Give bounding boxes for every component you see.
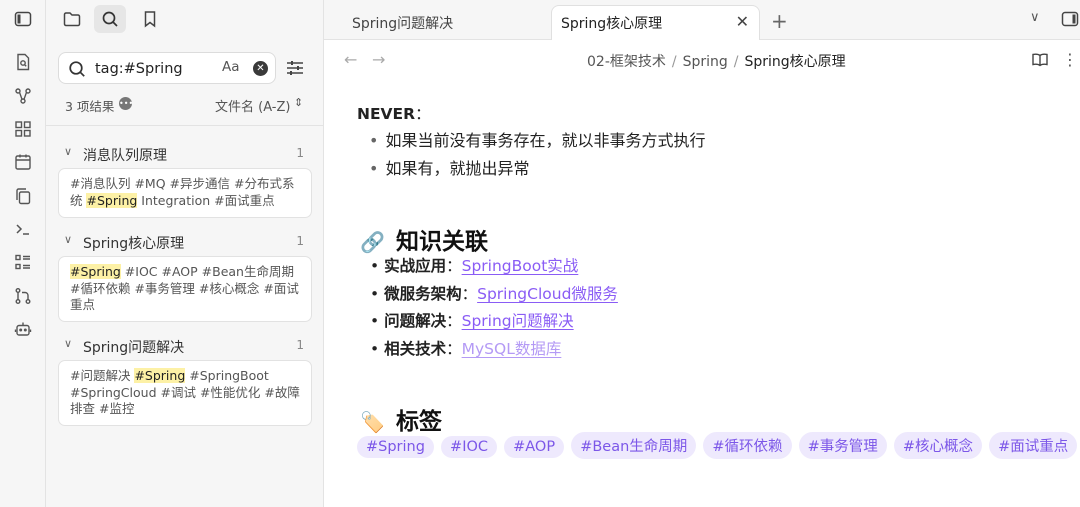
daily-notes-calendar-icon[interactable] (13, 152, 33, 172)
search-settings-sliders-icon[interactable] (284, 57, 306, 79)
link-icon: 🔗 (360, 230, 385, 254)
result-snippet[interactable]: #消息队列 #MQ #异步通信 #分布式系统 #Spring Integrati… (58, 168, 312, 218)
file-explorer-tab[interactable] (56, 5, 88, 33)
tag-pill[interactable]: #Spring (357, 436, 434, 458)
left-ribbon (0, 0, 46, 507)
breadcrumb-subfolder[interactable]: Spring (683, 54, 728, 70)
toggle-right-sidebar-icon[interactable] (1060, 9, 1080, 29)
templates-copy-icon[interactable] (13, 186, 33, 206)
breadcrumb-separator: / (733, 54, 739, 70)
close-tab-icon[interactable]: ✕ (736, 12, 749, 31)
ai-assistant-bot-icon[interactable] (13, 319, 33, 339)
snippet-highlight: #Spring (70, 264, 121, 279)
tag-pill[interactable]: #面试重点 (989, 432, 1078, 459)
navigate-forward-icon[interactable]: → (372, 50, 385, 69)
command-palette-icon[interactable] (13, 219, 33, 239)
graph-view-icon[interactable] (13, 86, 33, 106)
search-input[interactable] (95, 58, 215, 80)
list-item: • 实战应用：SpringBoot实战 (370, 257, 579, 275)
internal-link[interactable]: SpringCloud微服务 (477, 285, 618, 303)
result-group-header[interactable]: ∨ Spring问题解决 1 (46, 335, 324, 359)
breadcrumb-folder[interactable]: 02-框架技术 (587, 54, 666, 70)
result-group-header[interactable]: ∨ 消息队列原理 1 (46, 143, 324, 167)
tag-pill[interactable]: #循环依赖 (703, 432, 792, 459)
tab-spring-problem-solving[interactable]: Spring问题解决 (334, 5, 549, 40)
folder-icon (63, 12, 81, 27)
list-item: • 微服务架构：SpringCloud微服务 (370, 285, 618, 303)
heading-knowledge: 🔗 知识关联 (360, 229, 488, 255)
tag-pill[interactable]: #IOC (441, 436, 498, 458)
reading-view-book-icon[interactable] (1030, 50, 1050, 70)
search-icon (102, 11, 118, 27)
tab-label[interactable]: Spring问题解决 (352, 16, 453, 32)
obsidian-window: Aa ✕ 3 项结果 ••• 文件名 (A-Z) ⇕ ∨ 消息队列原理 1 #消… (0, 0, 1080, 507)
list-item: • 如果有，就抛出异常 (369, 159, 530, 178)
clear-search-icon[interactable]: ✕ (253, 61, 268, 76)
search-box: Aa ✕ (58, 52, 276, 84)
toggle-sidebar-icon[interactable] (13, 9, 33, 29)
tag-pill[interactable]: #Bean生命周期 (571, 432, 697, 459)
result-file-title[interactable]: Spring问题解决 (83, 337, 184, 357)
match-case-toggle[interactable]: Aa (222, 59, 240, 75)
list-item: • 如果当前没有事务存在，就以非事务方式执行 (369, 131, 706, 150)
chevron-down-icon[interactable]: ∨ (64, 337, 72, 350)
new-tab-plus-icon[interactable]: + (771, 9, 788, 33)
search-icon (69, 61, 85, 77)
chevron-down-icon[interactable]: ∨ (64, 145, 72, 158)
heading-tags: 🏷️ 标签 (360, 409, 442, 435)
result-snippet[interactable]: #问题解决 #Spring #SpringBoot #SpringCloud #… (58, 360, 312, 426)
git-source-control-icon[interactable] (13, 286, 33, 306)
tab-label[interactable]: Spring核心原理 (561, 16, 662, 32)
chevron-down-icon[interactable]: ∨ (64, 233, 72, 246)
snippet-highlight: #Spring (134, 368, 186, 383)
never-label: NEVER： (357, 105, 431, 123)
snippet-highlight: #Spring (86, 192, 138, 208)
tag-list: #Spring #IOC #AOP #Bean生命周期 #循环依赖 #事务管理 … (357, 432, 1078, 459)
list-item: • 问题解决：Spring问题解决 (370, 312, 574, 330)
breadcrumb: 02-框架技术 / Spring / Spring核心原理 (587, 51, 846, 71)
search-sidebar: Aa ✕ 3 项结果 ••• 文件名 (A-Z) ⇕ ∨ 消息队列原理 1 #消… (46, 0, 324, 507)
internal-link[interactable]: SpringBoot实战 (462, 257, 579, 275)
result-file-title[interactable]: 消息队列原理 (83, 145, 167, 165)
open-quick-switcher-icon[interactable] (13, 52, 33, 72)
sidebar-toolbar (46, 0, 324, 38)
result-snippet[interactable]: #Spring #IOC #AOP #Bean生命周期 #循环依赖 #事务管理 … (58, 256, 312, 322)
unresolved-link[interactable]: MySQL数据库 (462, 340, 562, 358)
internal-link[interactable]: Spring问题解决 (462, 312, 574, 330)
tab-bar: Spring问题解决 Spring核心原理 ✕ + ∨ (324, 0, 1080, 40)
tab-spring-core-principles[interactable]: Spring核心原理 ✕ (551, 5, 760, 40)
canvas-icon[interactable] (13, 119, 33, 139)
breadcrumb-current-note[interactable]: Spring核心原理 (745, 54, 846, 70)
match-count: 1 (296, 338, 304, 352)
search-tab[interactable] (94, 5, 126, 33)
match-count: 1 (296, 234, 304, 248)
sort-order-select[interactable]: 文件名 (A-Z) (215, 96, 290, 115)
result-count: 3 项结果 (65, 99, 115, 114)
bookmarks-tab[interactable] (134, 5, 166, 33)
divider (46, 125, 324, 126)
chevron-up-down-icon[interactable]: ⇕ (294, 96, 303, 109)
more-options-icon[interactable]: ••• (119, 97, 133, 110)
outline-list-icon[interactable] (13, 252, 33, 272)
snippet-text: #问题解决 (70, 368, 135, 383)
tag-pill[interactable]: #事务管理 (798, 432, 887, 459)
more-options-vertical-icon[interactable]: ⋮ (1062, 50, 1078, 69)
tag-pill[interactable]: #核心概念 (893, 432, 983, 459)
tab-list-chevron-down-icon[interactable]: ∨ (1030, 10, 1040, 25)
list-item: • 相关技术：MySQL数据库 (370, 340, 562, 358)
editor-pane: Spring问题解决 Spring核心原理 ✕ + ∨ ← → 02-框架技术 /… (324, 0, 1080, 507)
navigate-back-icon[interactable]: ← (344, 50, 357, 69)
result-group-header[interactable]: ∨ Spring核心原理 1 (46, 231, 324, 255)
breadcrumb-separator: / (671, 54, 677, 70)
result-file-title[interactable]: Spring核心原理 (83, 233, 184, 253)
snippet-text: Integration #面试重点 (137, 192, 275, 208)
bookmark-icon (144, 11, 156, 28)
tag-label-icon: 🏷️ (360, 410, 385, 434)
match-count: 1 (296, 146, 304, 160)
tag-pill[interactable]: #AOP (504, 436, 565, 458)
view-header: ← → 02-框架技术 / Spring / Spring核心原理 ⋮ (324, 41, 1080, 79)
